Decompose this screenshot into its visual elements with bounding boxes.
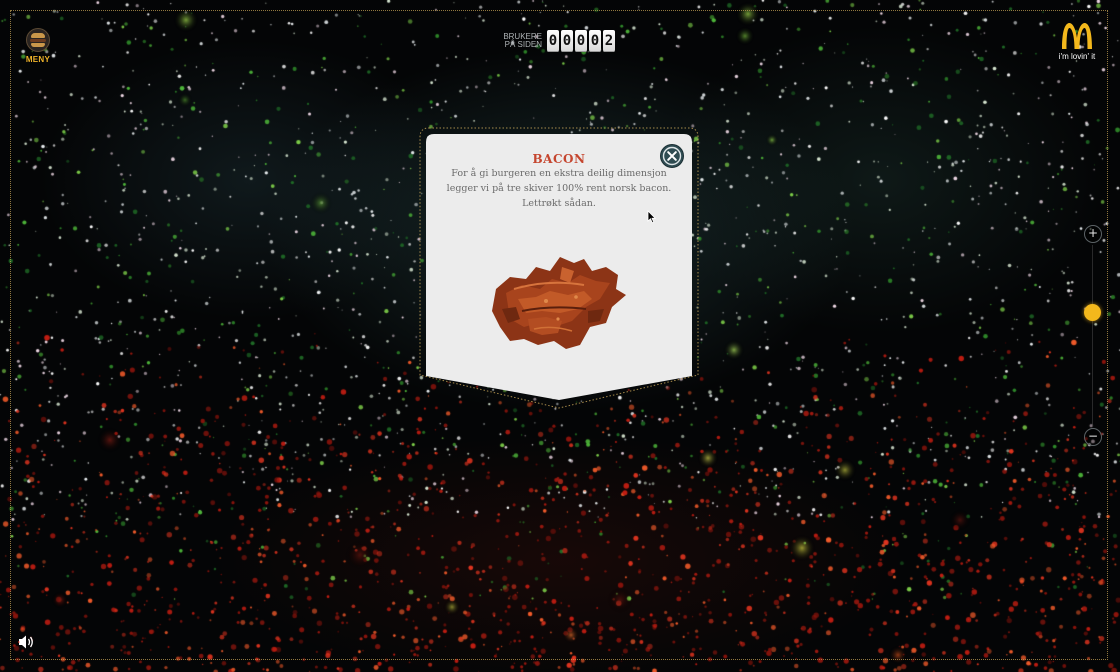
- golden-arches-icon: [1062, 23, 1092, 49]
- users-on-page-counter: BRUKERE PÅ SIDEN 0 0 0 0 2: [502, 30, 617, 52]
- counter-digit: 0: [575, 30, 587, 52]
- popup-description: For å gi burgeren en ekstra deilig dimen…: [446, 168, 672, 209]
- counter-digit: 0: [547, 30, 559, 52]
- sound-toggle-button[interactable]: [18, 634, 36, 650]
- counter-digit: 0: [561, 30, 573, 52]
- counter-label-line2: PÅ SIDEN: [504, 40, 542, 49]
- popup-title: BACON: [532, 152, 586, 166]
- close-x-icon: [662, 146, 682, 166]
- zoom-in-button[interactable]: +: [1084, 225, 1102, 243]
- zoom-slider-track[interactable]: [1092, 245, 1093, 425]
- counter-digit: 2: [603, 30, 615, 52]
- ingredient-universe-stage[interactable]: MENY BRUKERE PÅ SIDEN 0 0 0 0 2 i'm lovi…: [0, 0, 1120, 672]
- counter-digit: 0: [589, 30, 601, 52]
- logo-tagline: i'm lovin' it: [1058, 52, 1096, 61]
- menu-button[interactable]: MENY: [22, 28, 54, 66]
- zoom-out-button[interactable]: −: [1084, 428, 1102, 446]
- counter-label: BRUKERE PÅ SIDEN: [502, 33, 542, 49]
- counter-digits: 0 0 0 0 2: [547, 30, 617, 52]
- menu-label: MENY: [25, 55, 51, 64]
- popup-close-button[interactable]: [660, 144, 684, 168]
- ingredient-popup: BACON For å gi burgeren en ekstra deilig…: [426, 134, 692, 400]
- speaker-icon: [18, 635, 33, 649]
- burger-menu-icon: [26, 28, 50, 52]
- bacon-image: [492, 257, 626, 349]
- zoom-slider-handle[interactable]: [1084, 304, 1101, 321]
- mcdonalds-logo[interactable]: i'm lovin' it: [1054, 22, 1100, 61]
